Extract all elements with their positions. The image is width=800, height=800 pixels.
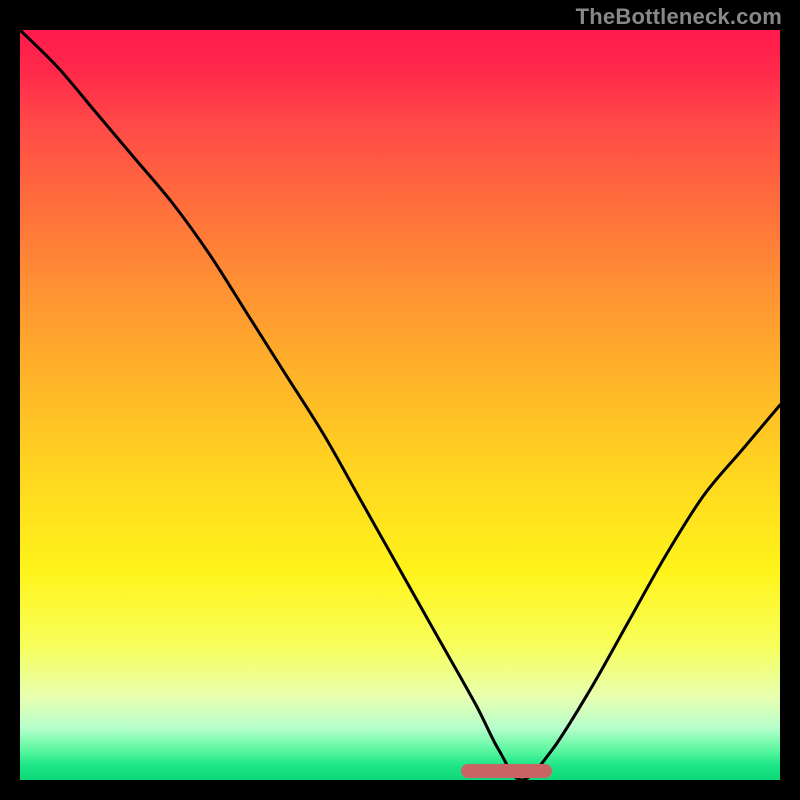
plot-area <box>20 30 780 780</box>
watermark-text: TheBottleneck.com <box>576 4 782 30</box>
curve-path <box>20 30 780 780</box>
bottleneck-curve <box>20 30 780 780</box>
optimal-range-marker <box>461 764 552 778</box>
chart-frame: TheBottleneck.com <box>0 0 800 800</box>
